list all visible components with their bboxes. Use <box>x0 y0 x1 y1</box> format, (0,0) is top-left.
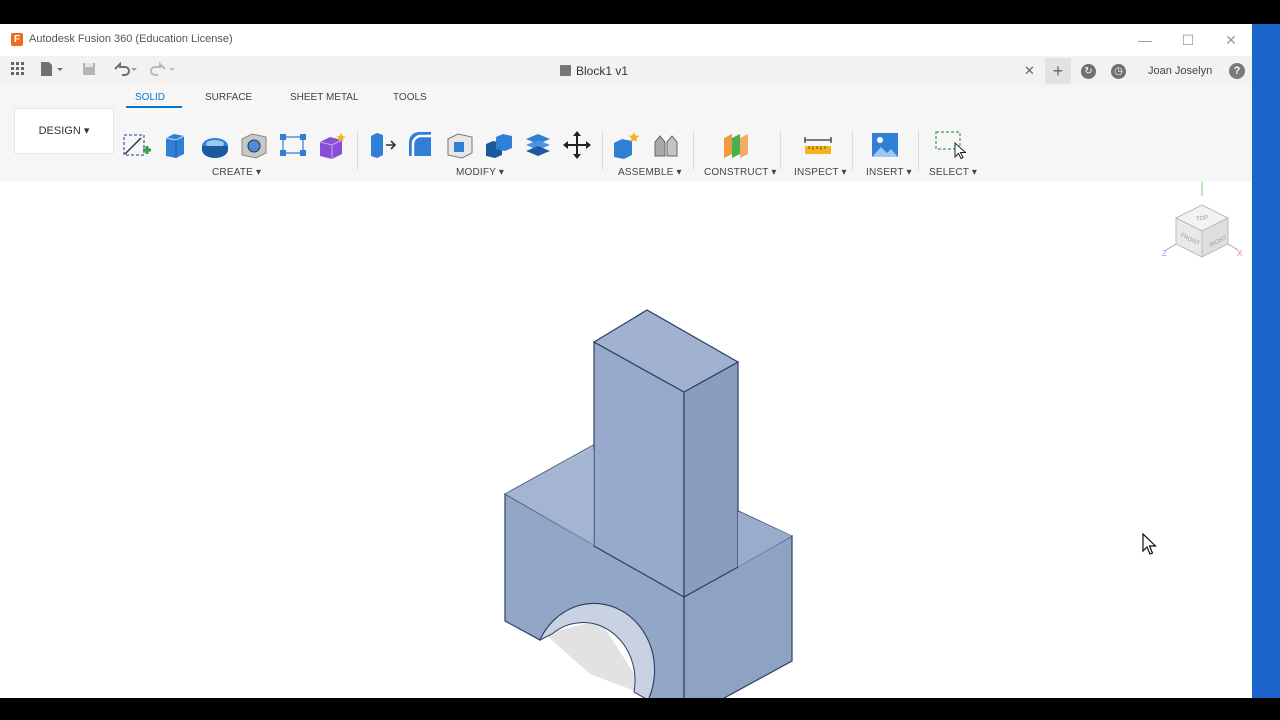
ribbon-separator <box>780 130 781 170</box>
create-group-label[interactable]: CREATE ▾ <box>212 167 261 178</box>
create-form-icon[interactable] <box>316 130 348 160</box>
select-group-label[interactable]: SELECT ▾ <box>929 167 977 178</box>
close-window-button[interactable]: ✕ <box>1217 30 1245 50</box>
component-icon <box>560 65 571 76</box>
close-document-button[interactable]: ✕ <box>1024 61 1038 81</box>
toolbar-ribbon: DESIGN ▾ SOLID SURFACE SHEET METAL TOOLS… <box>0 86 1252 182</box>
create-sketch-icon[interactable] <box>121 130 153 160</box>
revolve-icon[interactable] <box>199 130 231 160</box>
title-bar: F Autodesk Fusion 360 (Education License… <box>0 24 1252 56</box>
ribbon-separator <box>918 130 919 170</box>
inspect-group-label[interactable]: INSPECT ▾ <box>794 167 847 178</box>
hole-icon[interactable] <box>238 130 270 160</box>
ribbon-separator <box>693 130 694 170</box>
shell-icon[interactable] <box>444 130 476 160</box>
move-copy-icon[interactable] <box>561 130 593 160</box>
assemble-group-label[interactable]: ASSEMBLE ▾ <box>618 167 682 178</box>
ribbon-separator <box>852 130 853 170</box>
notifications-icon[interactable]: ◷ <box>1111 64 1126 79</box>
fillet-icon[interactable] <box>405 130 437 160</box>
app-window: F Autodesk Fusion 360 (Education License… <box>0 24 1252 698</box>
insert-image-icon[interactable] <box>869 130 901 160</box>
measure-icon[interactable] <box>802 130 834 160</box>
insert-group-label[interactable]: INSERT ▾ <box>866 167 912 178</box>
maximize-button[interactable]: ☐ <box>1174 30 1202 50</box>
minimize-button[interactable]: — <box>1131 30 1159 50</box>
workspace-switcher[interactable]: DESIGN ▾ <box>14 108 114 154</box>
ribbon-separator <box>357 130 358 170</box>
document-tab[interactable]: Block1 v1 <box>560 61 628 81</box>
press-pull-icon[interactable] <box>366 130 398 160</box>
canvas-viewport[interactable]: Y TOP FRONT RIGHT Z X <box>0 173 1252 698</box>
3d-model-body[interactable] <box>0 182 1252 698</box>
pattern-icon[interactable] <box>277 130 309 160</box>
tab-tools[interactable]: TOOLS <box>393 92 427 103</box>
combine-icon[interactable] <box>483 130 515 160</box>
new-tab-button[interactable]: + <box>1045 58 1071 84</box>
replace-face-icon[interactable] <box>522 130 554 160</box>
data-panel-grid-icon[interactable] <box>10 61 26 81</box>
active-tab-indicator <box>126 106 182 108</box>
modify-group-label[interactable]: MODIFY ▾ <box>456 167 504 178</box>
tab-solid[interactable]: SOLID <box>135 92 165 103</box>
window-select-icon[interactable] <box>934 130 967 160</box>
construct-group-label[interactable]: CONSTRUCT ▾ <box>704 167 777 178</box>
document-name: Block1 v1 <box>576 64 629 78</box>
save-icon[interactable] <box>80 61 98 81</box>
help-icon[interactable]: ? <box>1229 63 1245 79</box>
undo-icon[interactable] <box>110 61 140 81</box>
fusion-logo-icon: F <box>11 33 23 46</box>
redo-icon[interactable] <box>148 61 178 81</box>
new-component-icon[interactable] <box>611 130 643 160</box>
user-account[interactable]: Joan Joselyn <box>1148 65 1212 77</box>
desktop-background <box>1252 24 1280 698</box>
mouse-cursor-icon <box>1142 532 1157 555</box>
tab-sheet-metal[interactable]: SHEET METAL <box>290 92 359 103</box>
tab-surface[interactable]: SURFACE <box>205 92 252 103</box>
offset-plane-icon[interactable] <box>720 130 752 160</box>
window-title: Autodesk Fusion 360 (Education License) <box>29 33 233 45</box>
file-menu-icon[interactable] <box>38 61 66 81</box>
job-status-icon[interactable]: ↻ <box>1081 64 1096 79</box>
joint-icon[interactable] <box>650 130 682 160</box>
document-tab-bar: Block1 v1 ✕ + ↻ ◷ Joan Joselyn ? <box>0 56 1252 87</box>
ribbon-separator <box>602 130 603 170</box>
extrude-icon[interactable] <box>160 130 192 160</box>
